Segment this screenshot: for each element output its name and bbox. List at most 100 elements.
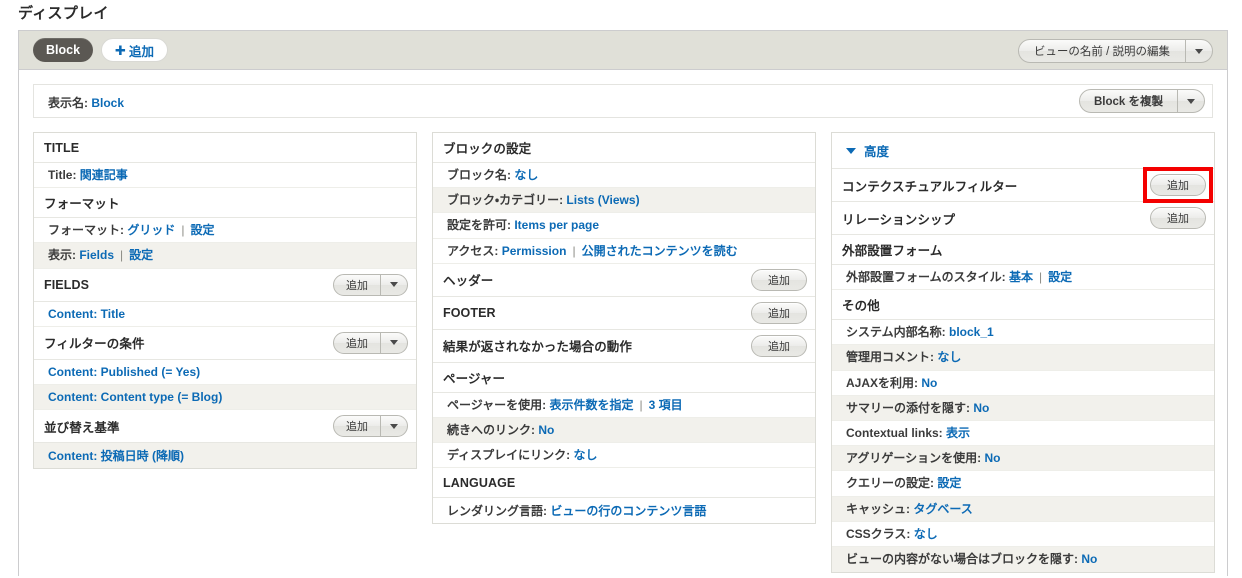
row-link[interactable]: タグベース bbox=[913, 501, 972, 517]
row-use-aggregation[interactable]: アグリゲーションを使用: No bbox=[832, 446, 1214, 472]
add-button[interactable]: 追加 bbox=[1150, 207, 1206, 229]
duplicate-display-button[interactable]: Block を複製 bbox=[1078, 89, 1205, 113]
display-name-value[interactable]: Block bbox=[91, 96, 124, 110]
bucket-fields: FIELDS 追加 bbox=[34, 268, 416, 302]
display-tab-block[interactable]: Block bbox=[33, 38, 94, 62]
row-link[interactable]: No bbox=[985, 450, 1001, 466]
add-button-label: 追加 bbox=[768, 340, 790, 353]
add-button-label: 追加 bbox=[346, 337, 368, 350]
chevron-down-icon[interactable] bbox=[380, 332, 407, 353]
row-label: 設定を許可: bbox=[447, 218, 515, 233]
row-link[interactable]: No bbox=[921, 375, 937, 391]
duplicate-label: Block を複製 bbox=[1093, 96, 1163, 108]
bucket-title: TITLE bbox=[34, 133, 416, 163]
row-link[interactable]: Items per page bbox=[514, 217, 599, 233]
add-display-button[interactable]: ✚ 追加 bbox=[101, 38, 168, 62]
row-link[interactable]: Content: Title bbox=[48, 306, 125, 322]
add-button[interactable]: 追加 bbox=[751, 268, 807, 291]
bucket-exposed-form: 外部設置フォーム bbox=[832, 235, 1214, 265]
column-right: 高度 コンテクスチュアルフィルター 追加 リレーションシップ 追加 外部設置フォーム 外部設… bbox=[831, 132, 1215, 573]
add-button[interactable]: 追加 bbox=[1150, 174, 1206, 196]
row-link[interactable]: Permission bbox=[502, 243, 567, 259]
row-link[interactable]: なし bbox=[514, 167, 538, 183]
row-filter-content-type[interactable]: Content: Content type (= Blog) bbox=[34, 384, 416, 411]
row-label: ページャーを使用: bbox=[447, 397, 550, 412]
row-link[interactable]: Content: 投稿日時 (降順) bbox=[48, 448, 184, 464]
advanced-label[interactable]: 高度 bbox=[864, 141, 889, 160]
row-link[interactable]: 設定 bbox=[937, 475, 961, 491]
add-split-button[interactable]: 追加 bbox=[333, 273, 408, 296]
advanced-toggle[interactable]: 高度 bbox=[832, 133, 1214, 169]
row-access[interactable]: アクセス: Permission | 公開されたコンテンツを読む bbox=[433, 238, 815, 264]
row-link[interactable]: 3 項目 bbox=[649, 397, 683, 413]
row-block-name[interactable]: ブロック名: なし bbox=[433, 163, 815, 189]
row-link[interactable]: 設定 bbox=[1048, 269, 1072, 285]
row-link[interactable]: ビューの行のコンテンツ言語 bbox=[550, 503, 706, 519]
row-more-link[interactable]: 続きへのリンク: No bbox=[433, 417, 815, 444]
row-link[interactable]: 設定 bbox=[190, 222, 214, 238]
row-hide-block-if-empty[interactable]: ビューの内容がない場合はブロックを隠す: No bbox=[832, 546, 1214, 572]
row-admin-comment[interactable]: 管理用コメント: なし bbox=[832, 345, 1214, 371]
view-name-description-edit[interactable]: ビューの名前 / 説明の編集 bbox=[1017, 39, 1213, 63]
row-sort-authored-on[interactable]: Content: 投稿日時 (降順) bbox=[34, 443, 416, 469]
row-link[interactable]: なし bbox=[914, 526, 938, 542]
row-rendering-language[interactable]: レンダリング言語: ビューの行のコンテンツ言語 bbox=[433, 498, 815, 524]
row-show[interactable]: 表示: Fields | 設定 bbox=[34, 243, 416, 269]
add-split-button[interactable]: 追加 bbox=[333, 415, 408, 438]
views-edit-frame: Block ✚ 追加 ビューの名前 / 説明の編集 表示名: Block Blo… bbox=[18, 30, 1228, 576]
row-use-pager[interactable]: ページャーを使用: 表示件数を指定 | 3 項目 bbox=[433, 392, 815, 418]
row-label: Title: bbox=[48, 168, 80, 182]
row-separator: | bbox=[639, 397, 643, 412]
row-caching[interactable]: キャッシュ: タグベース bbox=[832, 496, 1214, 522]
row-contextual-links[interactable]: Contextual links: 表示 bbox=[832, 420, 1214, 447]
chevron-down-icon[interactable] bbox=[1185, 40, 1212, 62]
add-button-label: 追加 bbox=[1167, 213, 1189, 225]
add-button[interactable]: 追加 bbox=[751, 301, 807, 324]
row-label: AJAXを利用: bbox=[846, 375, 922, 390]
chevron-down-icon[interactable] bbox=[1177, 90, 1204, 112]
chevron-down-icon[interactable] bbox=[380, 274, 407, 295]
row-link[interactable]: No bbox=[1081, 551, 1097, 567]
row-machine-name[interactable]: システム内部名称: block_1 bbox=[832, 320, 1214, 346]
row-link[interactable]: Content: Content type (= Blog) bbox=[48, 389, 222, 405]
row-label: システム内部名称: bbox=[846, 325, 949, 340]
row-filter-published[interactable]: Content: Published (= Yes) bbox=[34, 359, 416, 385]
add-split-button[interactable]: 追加 bbox=[333, 331, 408, 354]
bucket-title-label: ブロックの設定 bbox=[443, 142, 532, 156]
row-field-title[interactable]: Content: Title bbox=[34, 301, 416, 327]
row-link-display[interactable]: ディスプレイにリンク: なし bbox=[433, 443, 815, 469]
bucket-other: その他 bbox=[832, 290, 1214, 321]
row-link[interactable]: Fields bbox=[79, 247, 114, 263]
chevron-down-icon[interactable] bbox=[380, 416, 407, 437]
row-link[interactable]: 表示 bbox=[946, 425, 970, 441]
display-name-row: 表示名: Block bbox=[48, 94, 124, 111]
bucket-title-label: 外部設置フォーム bbox=[842, 244, 943, 258]
row-label: ブロック名: bbox=[447, 168, 515, 182]
row-link[interactable]: なし bbox=[937, 349, 961, 365]
view-name-split-button[interactable]: ビューの名前 / 説明の編集 bbox=[1017, 39, 1213, 63]
add-button[interactable]: 追加 bbox=[751, 334, 807, 357]
row-link[interactable]: なし bbox=[574, 447, 598, 463]
row-css-class[interactable]: CSSクラス: なし bbox=[832, 521, 1214, 547]
row-format[interactable]: フォーマット: グリッド | 設定 bbox=[34, 218, 416, 244]
row-query-settings[interactable]: クエリーの設定: 設定 bbox=[832, 471, 1214, 497]
row-link[interactable]: 基本 bbox=[1009, 269, 1033, 285]
row-link[interactable]: block_1 bbox=[949, 324, 994, 340]
row-title[interactable]: Title: 関連記事 bbox=[34, 163, 416, 189]
row-link[interactable]: グリッド bbox=[127, 222, 175, 238]
row-link[interactable]: No bbox=[538, 422, 554, 438]
row-link[interactable]: 公開されたコンテンツを読む bbox=[582, 243, 738, 259]
row-hide-attachment-summary[interactable]: サマリーの添付を隠す: No bbox=[832, 395, 1214, 421]
row-block-category[interactable]: ブロック・カテゴリー: Lists (Views) bbox=[433, 188, 815, 214]
row-exposed-form-style[interactable]: 外部設置フォームのスタイル: 基本 | 設定 bbox=[832, 265, 1214, 291]
row-link[interactable]: Content: Published (= Yes) bbox=[48, 364, 200, 380]
row-link[interactable]: 関連記事 bbox=[80, 167, 128, 183]
row-allow-settings[interactable]: 設定を許可: Items per page bbox=[433, 213, 815, 239]
triangle-down-icon bbox=[846, 147, 856, 154]
row-use-ajax[interactable]: AJAXを利用: No bbox=[832, 370, 1214, 396]
duplicate-split-button[interactable]: Block を複製 bbox=[1078, 89, 1205, 113]
row-link[interactable]: No bbox=[973, 400, 989, 416]
row-link[interactable]: 表示件数を指定 bbox=[550, 397, 634, 413]
row-link[interactable]: Lists (Views) bbox=[566, 192, 639, 208]
row-link[interactable]: 設定 bbox=[129, 247, 153, 263]
